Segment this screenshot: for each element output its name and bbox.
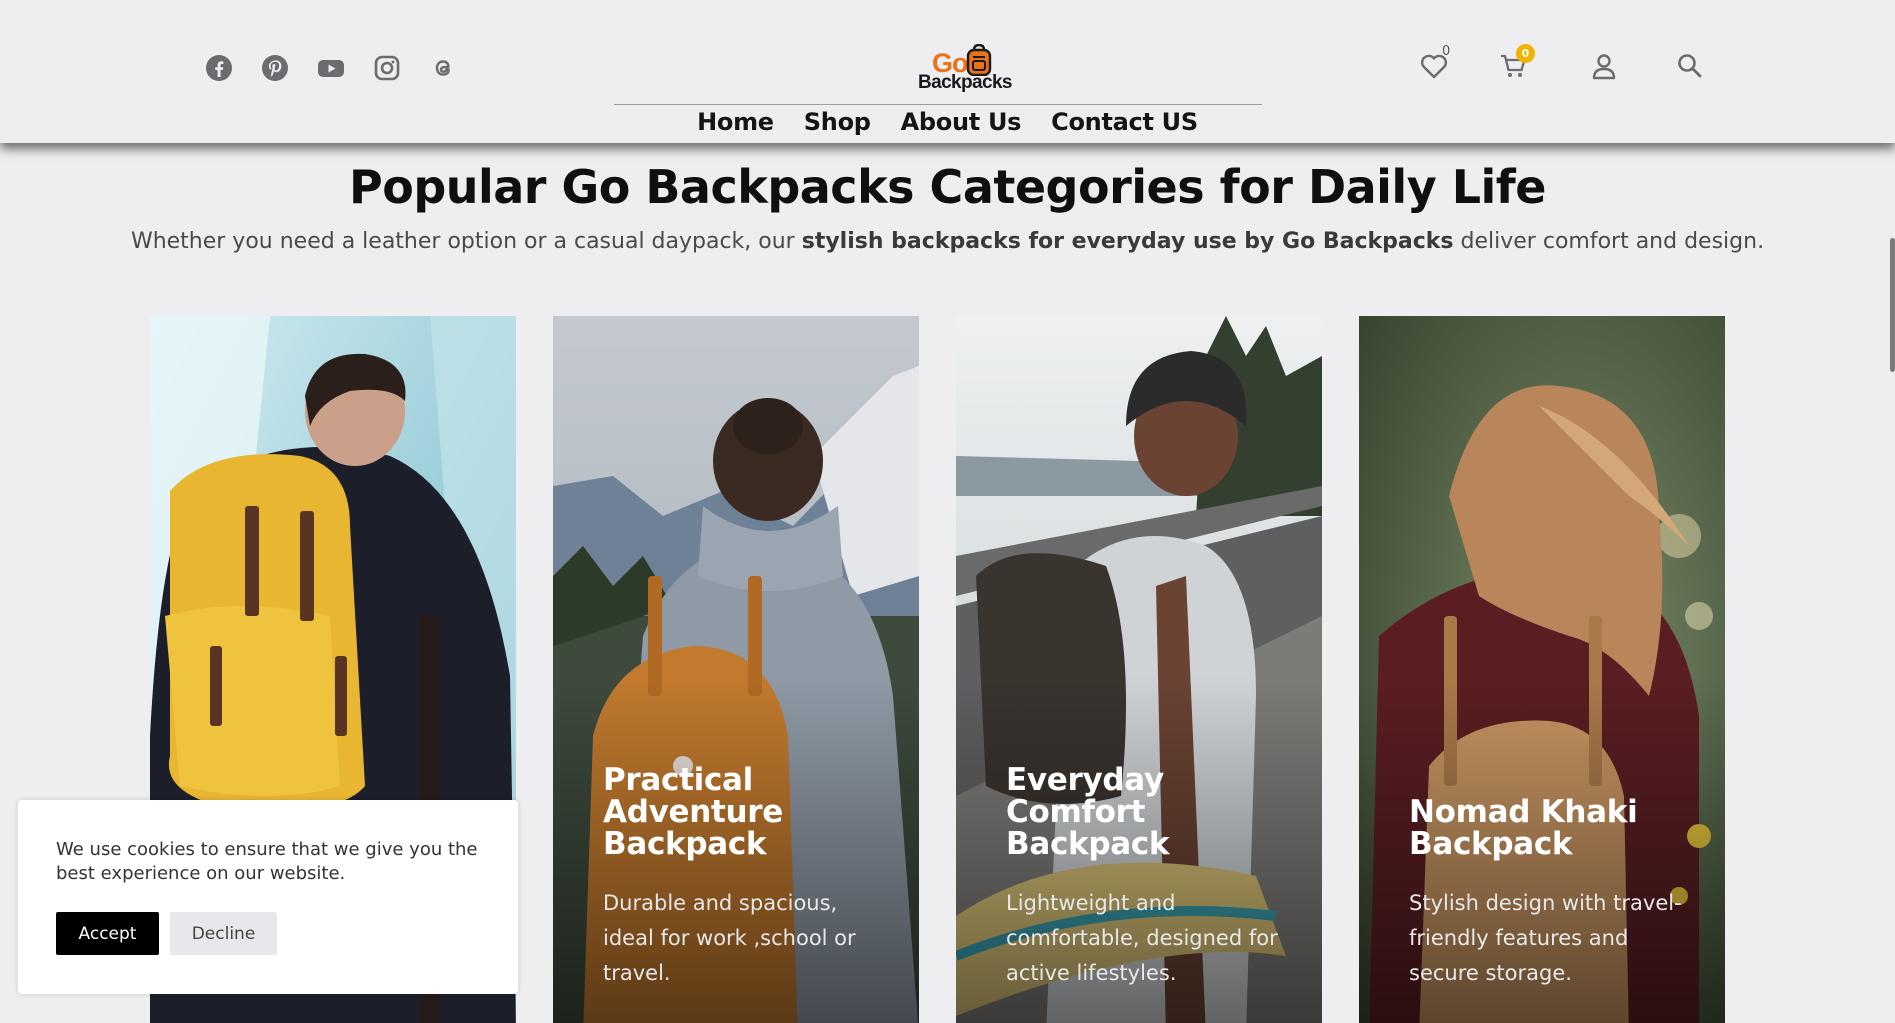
card-title: Everyday Comfort Backpack	[1006, 762, 1170, 862]
nav-contact-us[interactable]: Contact US	[1036, 106, 1213, 138]
nav-home[interactable]: Home	[682, 106, 789, 138]
category-card[interactable]: Everyday Comfort Backpack Lightweight an…	[956, 316, 1322, 1023]
wishlist-count: 0	[1442, 44, 1451, 59]
cookie-banner: We use cookies to ensure that we give yo…	[18, 800, 518, 994]
category-card[interactable]: Practical Adventure Backpack Durable and…	[553, 316, 919, 1023]
accept-cookies-button[interactable]: Accept	[56, 912, 159, 955]
main-nav: Home Shop About Us Contact US	[0, 106, 1895, 138]
card-title: Nomad Khaki Backpack	[1409, 794, 1638, 862]
youtube-icon[interactable]	[317, 54, 345, 82]
social-links	[205, 54, 457, 82]
subtitle-bold: stylish backpacks for everyday use by Go…	[801, 229, 1454, 254]
nav-divider	[614, 104, 1262, 105]
section-subtitle: Whether you need a leather option or a c…	[0, 229, 1895, 254]
scrollbar[interactable]	[1887, 0, 1895, 1023]
card-description: Stylish design with travel-friendly feat…	[1409, 891, 1682, 985]
threads-icon[interactable]	[429, 54, 457, 82]
card-title: Practical Adventure Backpack	[603, 762, 783, 862]
cart-count-badge: 0	[1516, 44, 1535, 63]
decline-cookies-button[interactable]: Decline	[170, 912, 277, 955]
subtitle-pre: Whether you need a leather option or a c…	[130, 229, 802, 254]
site-header: Go Backpacks Home Shop About Us Contact …	[0, 0, 1895, 143]
nav-shop[interactable]: Shop	[789, 106, 886, 138]
card-description: Lightweight and comfortable, designed fo…	[1006, 891, 1278, 985]
site-logo[interactable]: Go Backpacks	[918, 42, 1014, 93]
cookie-message: We use cookies to ensure that we give yo…	[56, 839, 478, 884]
category-card[interactable]: Nomad Khaki Backpack Stylish design with…	[1359, 316, 1725, 1023]
scrollbar-thumb[interactable]	[1890, 238, 1895, 372]
subtitle-post: deliver comfort and design.	[1453, 229, 1765, 254]
search-icon[interactable]	[1674, 50, 1706, 82]
logo-backpacks-text: Backpacks	[918, 72, 1013, 93]
user-icon[interactable]	[1588, 50, 1620, 82]
section-title: Popular Go Backpacks Categories for Dail…	[349, 160, 1547, 214]
instagram-icon[interactable]	[373, 54, 401, 82]
facebook-icon[interactable]	[205, 54, 233, 82]
card-description: Durable and spacious, ideal for work ,sc…	[603, 891, 856, 985]
header-actions	[1418, 50, 1718, 90]
nav-about-us[interactable]: About Us	[886, 106, 1037, 138]
pinterest-icon[interactable]	[261, 54, 289, 82]
